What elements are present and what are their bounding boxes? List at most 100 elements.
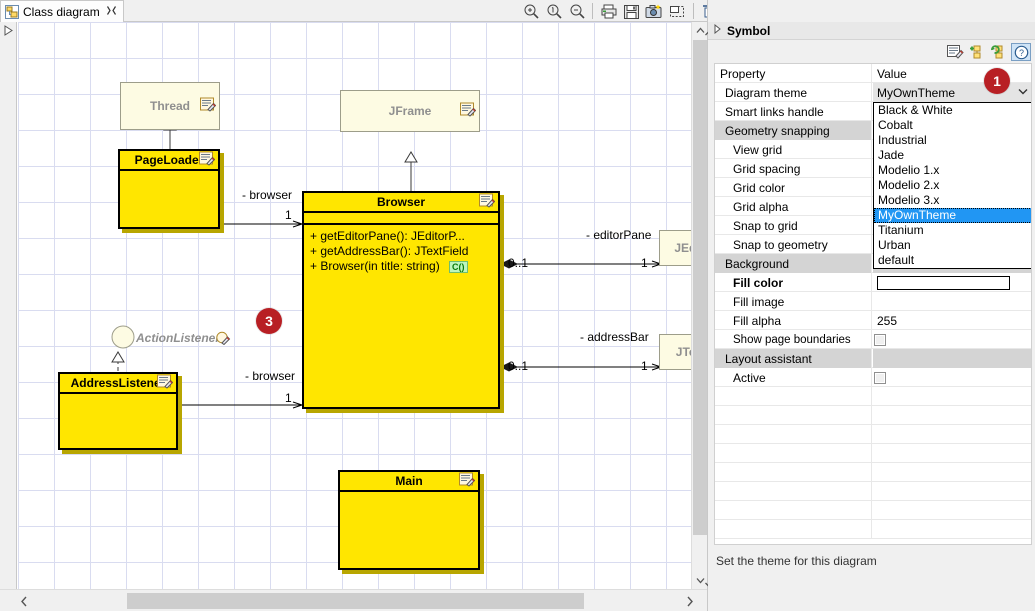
palette-strip[interactable] <box>0 22 17 589</box>
zoom-out-icon[interactable] <box>566 1 589 21</box>
class-box-jeditorpane[interactable]: JEdit <box>659 230 691 266</box>
step-marker-1: 1 <box>984 68 1010 94</box>
property-label <box>715 482 872 501</box>
property-group-layout-assistant[interactable]: Layout assistant <box>715 349 1031 368</box>
dropdown-option[interactable]: Black & White <box>874 103 1031 118</box>
chevron-down-icon[interactable] <box>1018 86 1028 98</box>
class-box-thread[interactable]: Thread <box>120 82 220 130</box>
svg-text:?: ? <box>1018 48 1023 58</box>
edit-class-icon[interactable] <box>199 151 216 169</box>
class-box-addresslistener[interactable]: AddressListener <box>58 372 182 454</box>
property-row-active[interactable]: Active <box>715 368 1031 387</box>
property-grid[interactable]: Property Value Diagram theme MyOwnTheme … <box>714 63 1032 545</box>
edit-class-icon[interactable] <box>200 97 217 115</box>
dropdown-option[interactable]: Urban <box>874 238 1031 253</box>
property-label: Smart links handle <box>715 102 872 121</box>
edit-property-icon[interactable] <box>945 43 965 61</box>
multiplicity-label: 1 <box>641 256 648 270</box>
class-box-jframe[interactable]: JFrame <box>340 90 480 132</box>
dropdown-option[interactable]: Industrial <box>874 133 1031 148</box>
interface-edit-icon[interactable] <box>216 331 231 348</box>
property-row-show-page-boundaries[interactable]: Show page boundaries <box>715 330 1031 349</box>
canvas-horizontal-scrollbar[interactable] <box>0 589 707 611</box>
operation-row[interactable]: + getEditorPane(): JEditorP... <box>310 229 492 244</box>
show-page-boundaries-checkbox[interactable] <box>874 333 886 346</box>
class-name-label: JEdit <box>674 241 691 255</box>
property-value <box>873 387 1031 406</box>
add-property-icon[interactable] <box>967 43 987 61</box>
dropdown-option[interactable]: Modelio 3.x <box>874 193 1031 208</box>
active-checkbox[interactable] <box>874 371 886 384</box>
association-label: - browser <box>245 369 296 383</box>
multiplicity-label: 1 <box>285 391 292 405</box>
property-label: Active <box>715 368 872 387</box>
class-box-jtextfield[interactable]: JTex <box>659 334 691 370</box>
property-label: Show page boundaries <box>715 330 872 349</box>
scroll-right-icon[interactable] <box>680 590 700 611</box>
fill-color-input[interactable] <box>877 275 1010 290</box>
property-row-fill-image[interactable]: Fill image <box>715 292 1031 311</box>
operation-row[interactable]: + Browser(in title: string) C() <box>310 259 492 274</box>
edit-class-icon[interactable] <box>479 193 496 211</box>
panel-title: Symbol <box>727 23 771 38</box>
property-label: Background <box>715 254 872 273</box>
dropdown-option[interactable]: Titanium <box>874 223 1031 238</box>
diagram-canvas[interactable]: Thread JFrame PageLoader Browser + getEd… <box>18 22 691 589</box>
dropdown-option[interactable]: Cobalt <box>874 118 1031 133</box>
dropdown-option-selected[interactable]: MyOwnTheme <box>874 208 1031 223</box>
zoom-in-icon[interactable] <box>520 1 543 21</box>
property-row-empty <box>715 520 1031 539</box>
diagram-theme-dropdown-list[interactable]: Black & White Cobalt Industrial Jade Mod… <box>873 102 1031 269</box>
class-box-pageloader[interactable]: PageLoader <box>118 149 224 233</box>
zoom-actual-icon[interactable] <box>543 1 566 21</box>
edit-class-icon[interactable] <box>459 472 476 490</box>
edit-class-icon[interactable] <box>157 374 174 392</box>
property-row-empty <box>715 463 1031 482</box>
chevron-right-icon[interactable] <box>713 23 722 37</box>
scroll-left-icon[interactable] <box>14 590 34 611</box>
property-label <box>715 501 872 520</box>
operation-row[interactable]: + getAddressBar(): JTextField <box>310 244 492 259</box>
select-region-icon[interactable] <box>666 1 689 21</box>
property-row-fill-alpha[interactable]: Fill alpha 255 <box>715 311 1031 330</box>
class-box-main[interactable]: Main <box>338 470 484 574</box>
property-value <box>873 425 1031 444</box>
toolbar-separator <box>592 3 594 19</box>
dropdown-option[interactable]: default <box>874 253 1031 268</box>
property-value <box>873 463 1031 482</box>
dropdown-option[interactable]: Modelio 1.x <box>874 163 1031 178</box>
property-label: Geometry snapping <box>715 121 872 140</box>
properties-panel: Symbol ? Property Value Diagram theme My… <box>705 0 1035 611</box>
palette-expand-icon[interactable] <box>3 25 14 39</box>
class-name-label: Browser <box>376 195 426 209</box>
property-row-empty <box>715 425 1031 444</box>
property-label <box>715 425 872 444</box>
refresh-property-icon[interactable] <box>989 43 1009 61</box>
property-label <box>715 444 872 463</box>
interface-actionlistener[interactable] <box>110 324 136 353</box>
multiplicity-label: 0..1 <box>508 256 529 270</box>
snapshot-icon[interactable] <box>643 1 666 21</box>
close-icon[interactable] <box>106 5 117 18</box>
property-row-empty <box>715 406 1031 425</box>
property-value <box>873 520 1031 539</box>
help-icon[interactable]: ? <box>1011 43 1031 61</box>
class-box-browser[interactable]: Browser + getEditorPane(): JEditorP... +… <box>302 191 504 413</box>
property-label: Grid alpha <box>715 197 872 216</box>
dropdown-option[interactable]: Jade <box>874 148 1031 163</box>
print-icon[interactable] <box>597 1 620 21</box>
class-name-label: Main <box>395 474 423 488</box>
interface-name-label: ActionListener <box>136 331 221 345</box>
edit-class-icon[interactable] <box>460 102 477 120</box>
property-value <box>873 444 1031 463</box>
horizontal-scroll-thumb[interactable] <box>127 593 584 609</box>
dropdown-option[interactable]: Modelio 2.x <box>874 178 1031 193</box>
property-label: Fill alpha <box>715 311 872 330</box>
diagram-editor: Thread JFrame PageLoader Browser + getEd… <box>0 22 707 611</box>
toolbar-separator <box>692 3 694 19</box>
property-label: Snap to geometry <box>715 235 872 254</box>
property-label <box>715 406 872 425</box>
save-icon[interactable] <box>620 1 643 21</box>
tab-class-diagram[interactable]: Class diagram <box>0 0 124 22</box>
property-row-fill-color[interactable]: Fill color <box>715 273 1031 292</box>
